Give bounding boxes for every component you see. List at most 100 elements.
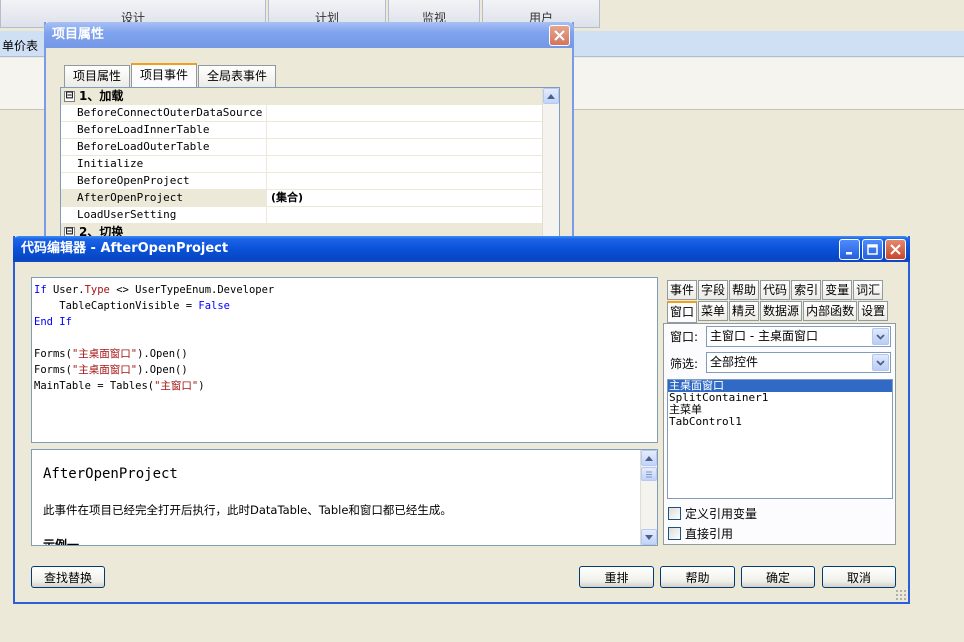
- grid-category-label: 1、加载: [79, 89, 124, 103]
- filter-select-value: 全部控件: [710, 355, 759, 369]
- code-line-3: End If: [34, 316, 72, 328]
- scroll-up-button[interactable]: [641, 450, 657, 466]
- grid-row-value[interactable]: [267, 122, 543, 138]
- tab-builtin-functions[interactable]: 内部函数: [803, 301, 858, 321]
- code-editor-title: 代码编辑器 - AfterOpenProject: [21, 241, 229, 256]
- filter-select-dropdown[interactable]: [872, 354, 889, 371]
- resize-grip[interactable]: [895, 589, 907, 601]
- grid-row-value[interactable]: [267, 105, 543, 121]
- tab-project-events[interactable]: 项目事件: [131, 63, 198, 87]
- code-line-1: If User.Type <> UserTypeEnum.Developer: [34, 284, 275, 296]
- window-select[interactable]: 主窗口 - 主桌面窗口: [706, 326, 891, 347]
- help-button[interactable]: 帮助: [660, 566, 735, 588]
- grid-row-value[interactable]: (集合): [267, 190, 543, 206]
- grid-row-name: LoadUserSetting: [61, 207, 267, 223]
- tab-fields[interactable]: 字段: [698, 280, 729, 300]
- tab-datasource[interactable]: 数据源: [760, 301, 803, 321]
- code-text-area[interactable]: If User.Type <> UserTypeEnum.Developer T…: [31, 277, 658, 443]
- filter-select[interactable]: 全部控件: [706, 352, 891, 373]
- object-panel: 事件 字段 帮助 代码 索引 变量 词汇 窗口 菜单 精灵 数据源 内部函数 设…: [663, 277, 896, 545]
- code-line-5: Forms("主桌面窗口").Open(): [34, 348, 188, 360]
- tab-code[interactable]: 代码: [760, 280, 791, 300]
- rearrange-button[interactable]: 重排: [579, 566, 654, 588]
- checkbox-box[interactable]: [668, 507, 681, 520]
- grid-row-name: BeforeOpenProject: [61, 173, 267, 189]
- tab-settings[interactable]: 设置: [858, 301, 889, 321]
- tab-window[interactable]: 窗口: [667, 301, 698, 323]
- tab-menu[interactable]: 菜单: [698, 301, 729, 321]
- close-icon: [890, 244, 901, 255]
- arrow-down-icon: [645, 534, 653, 540]
- filter-label: 筛选:: [670, 357, 699, 371]
- grid-row-selected[interactable]: AfterOpenProject (集合): [61, 190, 543, 207]
- maximize-button[interactable]: [862, 239, 883, 260]
- grid-row-name: BeforeLoadInnerTable: [61, 122, 267, 138]
- grid-row-name: BeforeLoadOuterTable: [61, 139, 267, 155]
- grid-row[interactable]: BeforeLoadInnerTable: [61, 122, 543, 139]
- grid-row-name: AfterOpenProject: [61, 190, 267, 206]
- grid-row[interactable]: Initialize: [61, 156, 543, 173]
- scroll-thumb[interactable]: [641, 467, 657, 481]
- arrow-up-icon: [645, 455, 653, 461]
- collapse-toggle[interactable]: ⊟: [64, 91, 75, 102]
- tab-events[interactable]: 事件: [667, 280, 698, 300]
- code-line-2: TableCaptionVisible = False: [34, 300, 230, 312]
- help-example-heading: 示例一: [43, 538, 80, 546]
- close-button[interactable]: [885, 239, 906, 260]
- grid-row-name: Initialize: [61, 156, 267, 172]
- code-line-6: Forms("主桌面窗口").Open(): [34, 364, 188, 376]
- cancel-button[interactable]: 取消: [822, 566, 896, 588]
- code-editor-titlebar[interactable]: 代码编辑器 - AfterOpenProject: [13, 236, 910, 262]
- scroll-down-button[interactable]: [641, 529, 657, 545]
- find-replace-button[interactable]: 查找替换: [31, 566, 105, 588]
- project-dialog-close-button[interactable]: [549, 25, 570, 46]
- tab-vocabulary[interactable]: 词汇: [853, 280, 884, 300]
- project-dialog-title: 项目属性: [52, 27, 105, 42]
- tab-wizard[interactable]: 精灵: [729, 301, 760, 321]
- scroll-up-button[interactable]: [543, 88, 559, 104]
- grid-row-value[interactable]: [267, 173, 543, 189]
- panel-tabs-row1: 事件 字段 帮助 代码 索引 变量 词汇: [667, 280, 884, 300]
- checkbox-box[interactable]: [668, 527, 681, 540]
- close-icon: [554, 30, 565, 41]
- minimize-button[interactable]: [839, 239, 860, 260]
- help-scrollbar[interactable]: [640, 450, 657, 545]
- grid-row[interactable]: LoadUserSetting: [61, 207, 543, 224]
- tab-help[interactable]: 帮助: [729, 280, 760, 300]
- checkbox-label: 直接引用: [685, 527, 734, 541]
- project-properties-dialog: 项目属性 项目属性 项目事件 全局表事件 ⊟ 1、加载 BeforeConnec…: [44, 22, 574, 250]
- list-item[interactable]: TabControl1: [668, 416, 892, 428]
- window-label: 窗口:: [670, 330, 699, 344]
- property-grid-scrollbar[interactable]: [542, 88, 559, 236]
- grid-row-value[interactable]: [267, 139, 543, 155]
- grid-row[interactable]: BeforeConnectOuterDataSource: [61, 105, 543, 122]
- bg-sheet-label[interactable]: 单价表: [2, 37, 38, 54]
- ok-button[interactable]: 确定: [741, 566, 815, 588]
- code-line-4: ​: [34, 330, 655, 346]
- grip-icon: [646, 471, 652, 477]
- grid-row[interactable]: BeforeLoadOuterTable: [61, 139, 543, 156]
- define-ref-variable-checkbox[interactable]: 定义引用变量: [668, 505, 757, 522]
- grid-category-load[interactable]: ⊟ 1、加载: [61, 88, 543, 105]
- grid-row-value[interactable]: [267, 156, 543, 172]
- panel-tabs-row2: 窗口 菜单 精灵 数据源 内部函数 设置: [667, 301, 889, 323]
- tab-global-table-events[interactable]: 全局表事件: [198, 65, 277, 87]
- help-panel[interactable]: AfterOpenProject 此事件在项目已经完全打开后执行，此时DataT…: [31, 449, 658, 546]
- help-title: AfterOpenProject: [43, 466, 178, 482]
- window-select-dropdown[interactable]: [872, 328, 889, 345]
- minimize-icon: [845, 251, 852, 254]
- tab-variables[interactable]: 变量: [822, 280, 853, 300]
- code-line-7: MainTable = Tables("主窗口"): [34, 380, 205, 392]
- chevron-down-icon: [876, 359, 885, 366]
- control-list[interactable]: 主桌面窗口 SplitContainer1 主菜单 TabControl1: [667, 379, 893, 499]
- direct-ref-checkbox[interactable]: 直接引用: [668, 525, 733, 542]
- tab-index[interactable]: 索引: [791, 280, 822, 300]
- grid-row-value[interactable]: [267, 207, 543, 223]
- grid-row-name: BeforeConnectOuterDataSource: [61, 105, 267, 121]
- arrow-up-icon: [547, 93, 555, 99]
- project-dialog-titlebar[interactable]: 项目属性: [44, 22, 574, 48]
- code-editor-window: 代码编辑器 - AfterOpenProject If User.Type <>…: [13, 236, 910, 604]
- maximize-icon: [867, 244, 878, 255]
- grid-row[interactable]: BeforeOpenProject: [61, 173, 543, 190]
- tab-project-properties[interactable]: 项目属性: [64, 65, 131, 87]
